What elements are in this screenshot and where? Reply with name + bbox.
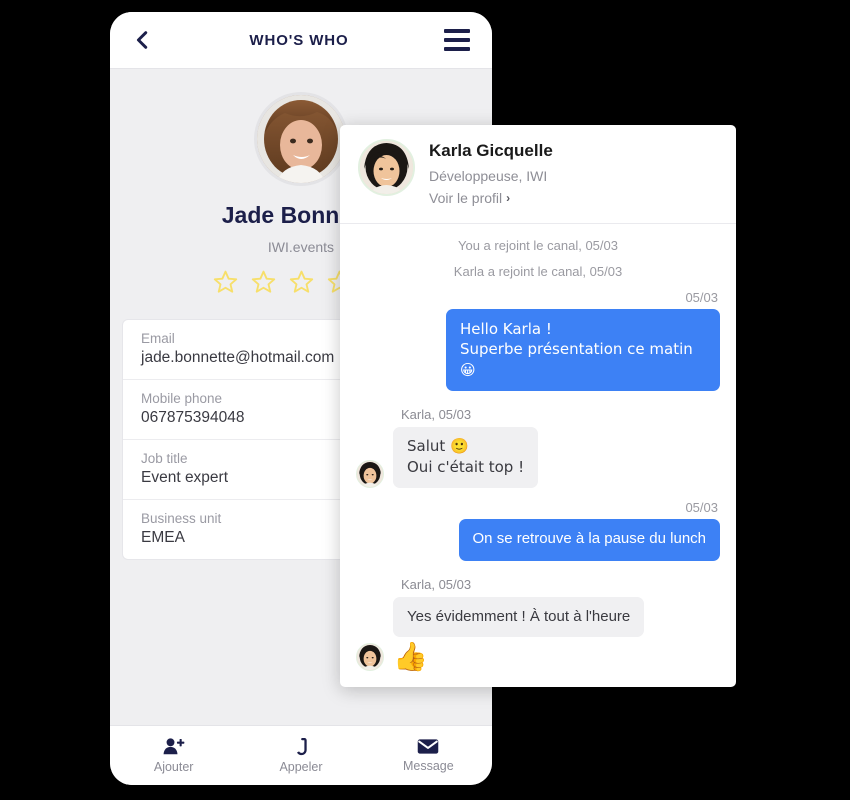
nav-label: Appeler [279,760,323,774]
view-profile-label: Voir le profil [429,190,503,206]
avatar [254,92,348,186]
page-title: WHO'S WHO [249,31,349,49]
karla-avatar [357,643,383,670]
karla-avatar [357,461,383,488]
message-timestamp: 05/03 [685,290,718,305]
chat-header: Karla Gicquelle Développeuse, IWI Voir l… [340,125,736,224]
nav-label: Ajouter [153,760,194,774]
chat-message-list[interactable]: You a rejoint le canal, 05/03 Karla a re… [340,224,736,687]
message-bubble[interactable]: Yes évidemment ! À tout à l'heure [393,596,645,637]
back-chevron-icon[interactable] [132,29,154,51]
view-profile-link[interactable]: Voir le profil › [429,190,510,206]
chat-contact-name: Karla Gicquelle [429,141,553,160]
message-bubble[interactable]: Salut 🙂 Oui c'était top ! [393,426,539,489]
hamburger-bar [444,38,470,42]
envelope-icon [418,739,439,754]
star-icon[interactable] [251,269,276,294]
phone-bottom-nav: Ajouter Appeler Message [110,725,492,785]
avatar[interactable] [358,139,415,196]
message-row-outgoing: On se retrouve à la pause du lunch [356,519,720,561]
message-sender-timestamp: Karla, 05/03 [401,406,472,422]
avatar[interactable] [356,642,384,671]
system-message: Karla a rejoint le canal, 05/03 [453,264,623,279]
contact-photo [257,95,345,183]
chat-panel: Karla Gicquelle Développeuse, IWI Voir l… [340,125,736,687]
nav-item-message[interactable]: Message [365,726,492,785]
chat-header-text: Karla Gicquelle Développeuse, IWI Voir l… [429,139,553,208]
chevron-right-icon: › [506,191,511,205]
message-timestamp: 05/03 [356,685,718,687]
nav-label: Message [402,759,454,773]
karla-avatar [360,141,413,194]
message-bubble[interactable]: On se retrouve à la pause du lunch [458,519,720,561]
message-row-reaction: 👍 [356,639,720,673]
message-bubble[interactable]: Hello Karla ! Superbe présentation ce ma… [446,309,720,391]
message-row-incoming: Salut 🙂 Oui c'était top ! [356,426,720,489]
message-row-incoming: Yes évidemment ! À tout à l'heure [356,596,720,637]
add-person-icon [163,738,184,755]
phone-call-icon [297,738,308,756]
nav-item-ajouter[interactable]: Ajouter [110,726,237,785]
avatar[interactable] [356,460,384,489]
star-icon[interactable] [289,269,314,294]
hamburger-bar [444,47,470,51]
phone-app-header: WHO'S WHO [110,12,492,69]
nav-item-appeler[interactable]: Appeler [237,726,364,785]
system-message: You a rejoint le canal, 05/03 [458,238,618,253]
message-timestamp: 05/03 [685,500,718,516]
chat-contact-role: Développeuse, IWI [429,168,548,184]
thumbs-up-emoji: 👍 [393,639,428,673]
star-icon[interactable] [213,269,238,294]
hamburger-menu-icon[interactable] [444,29,470,51]
message-sender-timestamp: Karla, 05/03 [401,576,472,592]
message-row-outgoing: Hello Karla ! Superbe présentation ce ma… [356,309,720,391]
hamburger-bar [444,29,470,33]
